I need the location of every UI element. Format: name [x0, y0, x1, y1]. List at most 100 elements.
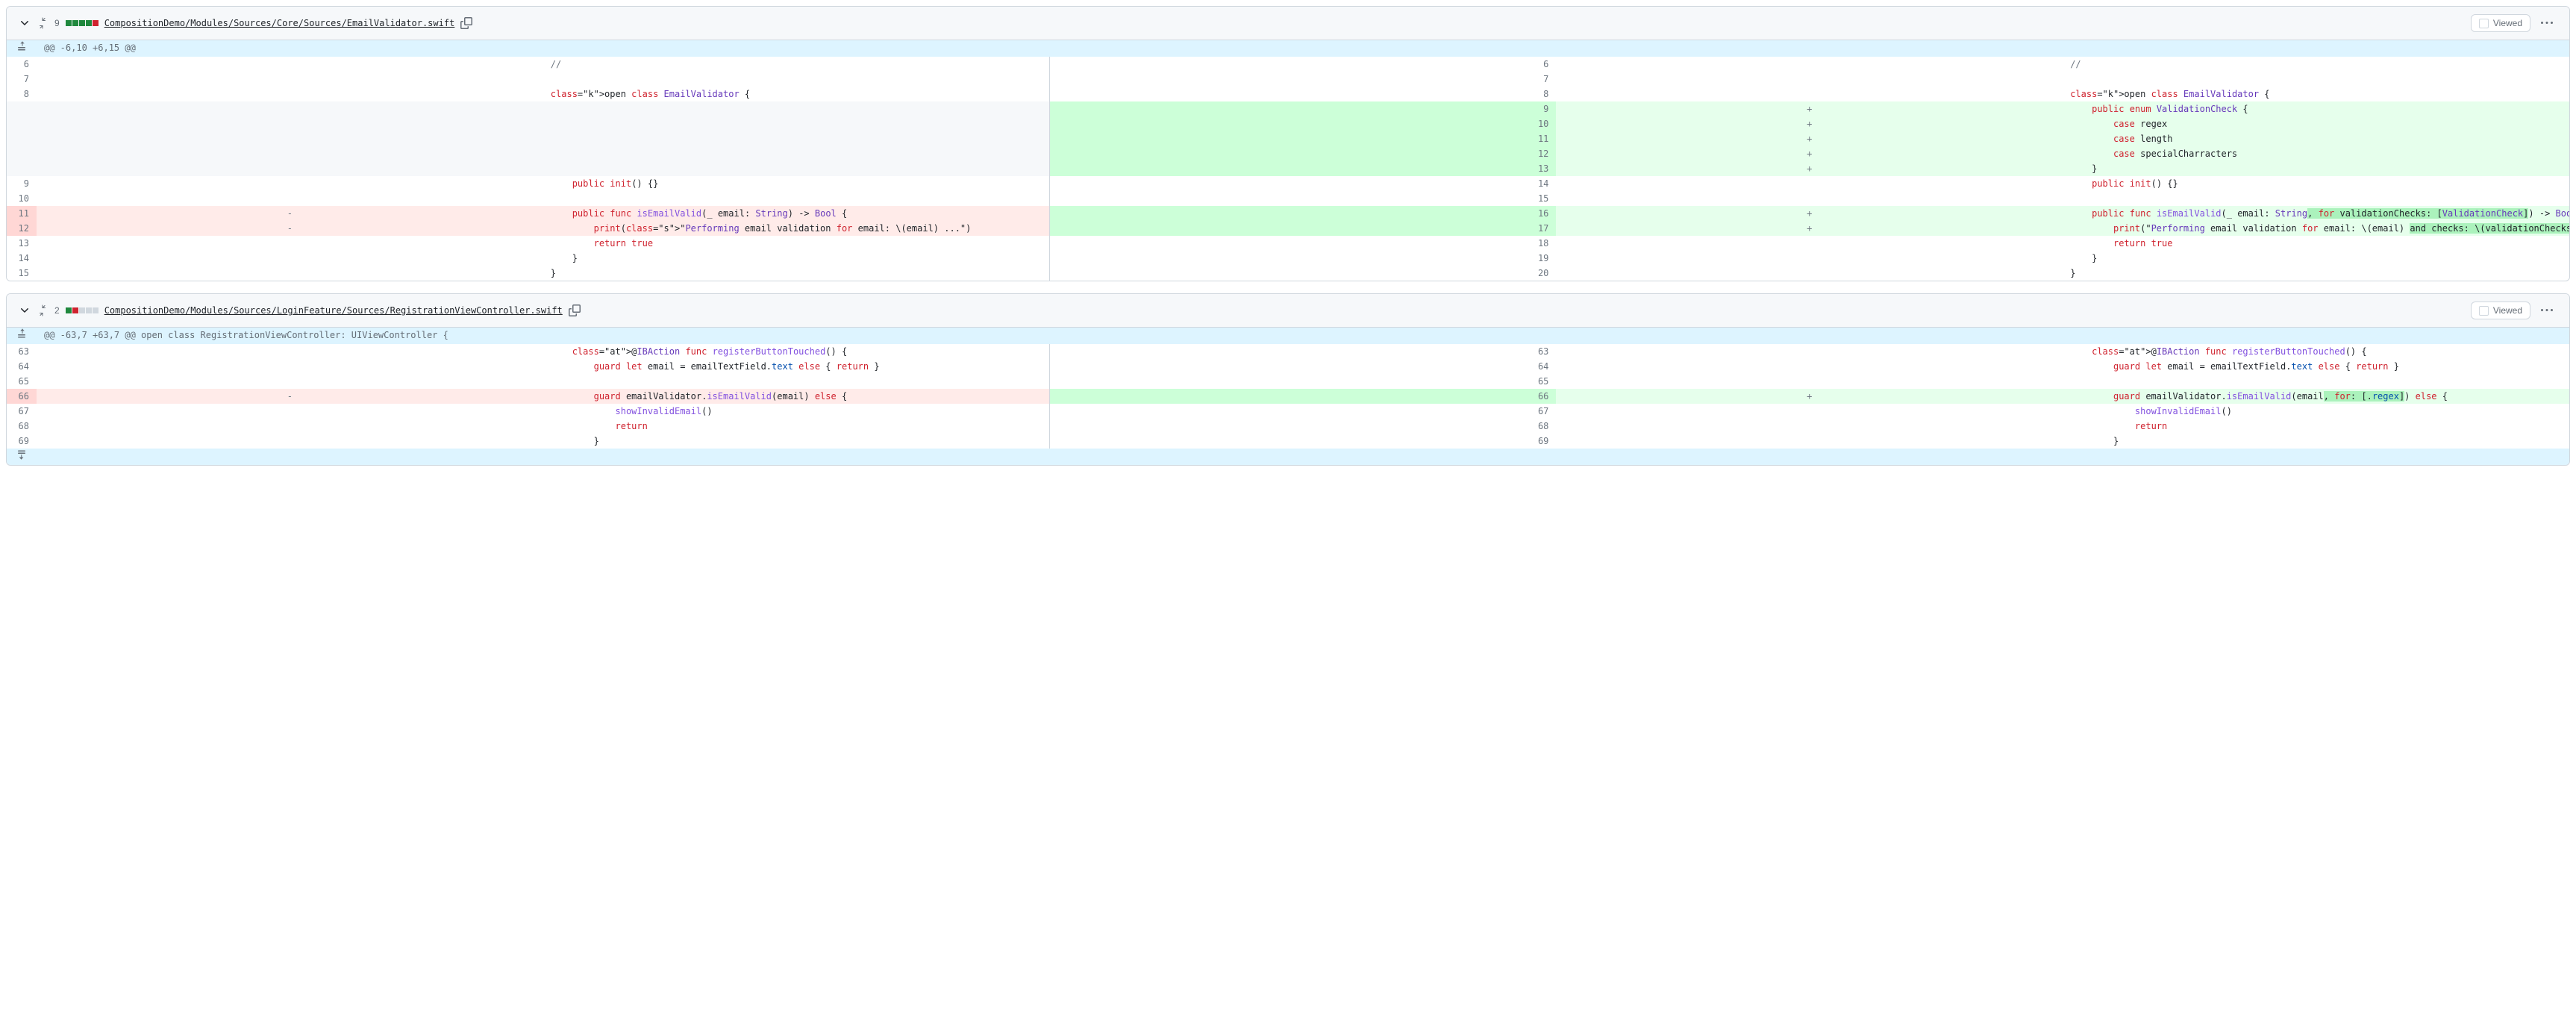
code-cell-right[interactable]: print("Performing email validation for e… — [2063, 221, 2569, 236]
code-cell-left[interactable] — [543, 131, 1050, 146]
line-number-left[interactable]: 13 — [7, 236, 37, 251]
code-cell-right[interactable]: class="at">@IBAction func registerButton… — [2063, 344, 2569, 359]
line-number-right[interactable]: 17 — [1050, 221, 1557, 236]
code-cell-left[interactable]: public init() {} — [543, 176, 1050, 191]
line-number-left[interactable]: 10 — [7, 191, 37, 206]
line-number-left[interactable]: 68 — [7, 419, 37, 434]
line-number-right[interactable]: 66 — [1050, 389, 1557, 404]
code-cell-right[interactable]: public func isEmailValid(_ email: String… — [2063, 206, 2569, 221]
code-cell-right[interactable]: // — [2063, 57, 2569, 72]
line-number-left[interactable] — [7, 101, 37, 116]
viewed-toggle[interactable]: Viewed — [2471, 14, 2530, 32]
line-number-right[interactable]: 13 — [1050, 161, 1557, 176]
code-cell-left[interactable]: class="k">open class EmailValidator { — [543, 87, 1050, 101]
file-menu-icon[interactable] — [2536, 300, 2557, 321]
code-cell-right[interactable]: guard emailValidator.isEmailValid(email,… — [2063, 389, 2569, 404]
code-cell-left[interactable]: guard emailValidator.isEmailValid(email)… — [543, 389, 1050, 404]
line-number-right[interactable]: 8 — [1050, 87, 1557, 101]
code-cell-right[interactable]: return — [2063, 419, 2569, 434]
code-cell-left[interactable]: } — [543, 251, 1050, 266]
expand-up-icon[interactable] — [7, 40, 37, 57]
line-number-right[interactable]: 18 — [1050, 236, 1557, 251]
code-cell-left[interactable]: class="at">@IBAction func registerButton… — [543, 344, 1050, 359]
line-number-left[interactable]: 63 — [7, 344, 37, 359]
line-number-right[interactable]: 64 — [1050, 359, 1557, 374]
code-cell-right[interactable]: } — [2063, 434, 2569, 449]
line-number-left[interactable] — [7, 146, 37, 161]
code-cell-left[interactable] — [543, 191, 1050, 206]
code-cell-right[interactable]: return true — [2063, 236, 2569, 251]
collapse-file-icon[interactable] — [19, 304, 31, 316]
line-number-right[interactable]: 68 — [1050, 419, 1557, 434]
line-number-right[interactable]: 69 — [1050, 434, 1557, 449]
code-cell-left[interactable]: public func isEmailValid(_ email: String… — [543, 206, 1050, 221]
code-cell-right[interactable]: public enum ValidationCheck { — [2063, 101, 2569, 116]
viewed-toggle[interactable]: Viewed — [2471, 302, 2530, 319]
code-cell-left[interactable]: return true — [543, 236, 1050, 251]
line-number-right[interactable]: 19 — [1050, 251, 1557, 266]
line-number-right[interactable]: 65 — [1050, 374, 1557, 389]
code-cell-right[interactable] — [2063, 374, 2569, 389]
code-cell-left[interactable] — [543, 374, 1050, 389]
line-number-left[interactable]: 69 — [7, 434, 37, 449]
line-number-left[interactable]: 6 — [7, 57, 37, 72]
code-cell-left[interactable]: guard let email = emailTextField.text el… — [543, 359, 1050, 374]
line-number-right[interactable]: 15 — [1050, 191, 1557, 206]
line-number-left[interactable]: 9 — [7, 176, 37, 191]
expand-all-icon[interactable] — [37, 17, 49, 29]
code-cell-right[interactable]: showInvalidEmail() — [2063, 404, 2569, 419]
line-number-right[interactable]: 7 — [1050, 72, 1557, 87]
line-number-left[interactable]: 67 — [7, 404, 37, 419]
copy-path-icon[interactable] — [569, 304, 581, 316]
expand-all-icon[interactable] — [37, 304, 49, 316]
code-cell-right[interactable]: public init() {} — [2063, 176, 2569, 191]
code-cell-left[interactable]: } — [543, 266, 1050, 281]
line-number-left[interactable]: 7 — [7, 72, 37, 87]
line-number-right[interactable]: 12 — [1050, 146, 1557, 161]
code-cell-right[interactable]: } — [2063, 251, 2569, 266]
code-cell-right[interactable]: case regex — [2063, 116, 2569, 131]
line-number-right[interactable]: 67 — [1050, 404, 1557, 419]
line-number-left[interactable] — [7, 131, 37, 146]
line-number-left[interactable]: 14 — [7, 251, 37, 266]
line-number-right[interactable]: 9 — [1050, 101, 1557, 116]
code-cell-right[interactable]: guard let email = emailTextField.text el… — [2063, 359, 2569, 374]
code-cell-left[interactable] — [543, 72, 1050, 87]
expand-up-icon[interactable] — [7, 328, 37, 344]
code-cell-right[interactable] — [2063, 191, 2569, 206]
code-cell-left[interactable]: return — [543, 419, 1050, 434]
line-number-left[interactable]: 11 — [7, 206, 37, 221]
code-cell-left[interactable]: print(class="s">"Performing email valida… — [543, 221, 1050, 236]
code-cell-right[interactable]: case length — [2063, 131, 2569, 146]
line-number-right[interactable]: 10 — [1050, 116, 1557, 131]
file-menu-icon[interactable] — [2536, 13, 2557, 34]
line-number-left[interactable]: 65 — [7, 374, 37, 389]
collapse-file-icon[interactable] — [19, 17, 31, 29]
line-number-left[interactable]: 8 — [7, 87, 37, 101]
code-cell-left[interactable] — [543, 101, 1050, 116]
line-number-right[interactable]: 20 — [1050, 266, 1557, 281]
expand-down-icon[interactable] — [7, 449, 37, 465]
line-number-right[interactable]: 16 — [1050, 206, 1557, 221]
code-cell-right[interactable]: class="k">open class EmailValidator { — [2063, 87, 2569, 101]
code-cell-left[interactable] — [543, 161, 1050, 176]
line-number-right[interactable]: 11 — [1050, 131, 1557, 146]
file-path-link[interactable]: CompositionDemo/Modules/Sources/LoginFea… — [104, 305, 563, 316]
code-cell-left[interactable] — [543, 146, 1050, 161]
code-cell-right[interactable] — [2063, 72, 2569, 87]
line-number-right[interactable]: 6 — [1050, 57, 1557, 72]
line-number-left[interactable]: 12 — [7, 221, 37, 236]
line-number-left[interactable]: 15 — [7, 266, 37, 281]
code-cell-left[interactable]: } — [543, 434, 1050, 449]
code-cell-right[interactable]: } — [2063, 161, 2569, 176]
line-number-left[interactable] — [7, 161, 37, 176]
line-number-right[interactable]: 14 — [1050, 176, 1557, 191]
line-number-left[interactable]: 64 — [7, 359, 37, 374]
line-number-left[interactable] — [7, 116, 37, 131]
line-number-right[interactable]: 63 — [1050, 344, 1557, 359]
copy-path-icon[interactable] — [460, 17, 472, 29]
file-path-link[interactable]: CompositionDemo/Modules/Sources/Core/Sou… — [104, 18, 455, 28]
code-cell-left[interactable]: showInvalidEmail() — [543, 404, 1050, 419]
code-cell-right[interactable]: } — [2063, 266, 2569, 281]
line-number-left[interactable]: 66 — [7, 389, 37, 404]
